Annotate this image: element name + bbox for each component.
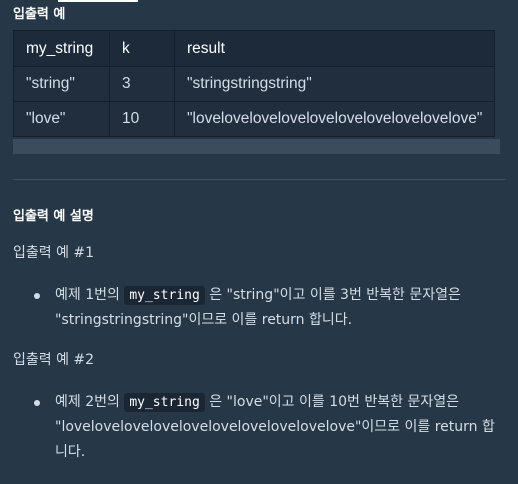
table-row: "love" 10 "lovelovelovelovelovelovelovel…	[13, 101, 496, 137]
table-cell-result: "lovelovelovelovelovelovelovelovelovelov…	[173, 101, 496, 137]
examples-table: my_string k result "string" 3 "stringstr…	[13, 30, 496, 137]
column-header-k: k	[109, 30, 175, 67]
table-horizontal-scrollbar[interactable]	[13, 139, 500, 154]
example-1-explanation: 예제 1번의 my_string 은 "string"이고 이를 3번 반복한 …	[34, 283, 505, 333]
inline-code: my_string	[124, 393, 205, 412]
table-cell-my-string: "string"	[13, 66, 110, 102]
explanation-text: 예제 1번의	[55, 287, 125, 303]
example-2-title: 입출력 예 #2	[13, 352, 95, 368]
table-cell-k: 3	[109, 66, 175, 102]
table-cell-my-string: "love"	[13, 101, 110, 137]
table-cell-result: "stringstringstring"	[173, 66, 496, 102]
inline-code: my_string	[124, 286, 205, 305]
explanation-heading: 입출력 예 설명	[13, 209, 94, 224]
explanation-text: 예제 2번의	[55, 394, 125, 410]
examples-heading: 입출력 예	[13, 7, 66, 22]
column-header-result: result	[173, 30, 496, 67]
example-1-title: 입출력 예 #1	[13, 245, 95, 261]
table-cell-k: 10	[109, 101, 175, 137]
heading-underline	[58, 0, 138, 2]
bullet-dot	[34, 293, 40, 299]
section-divider	[13, 179, 506, 180]
examples-table-container: my_string k result "string" 3 "stringstr…	[13, 30, 508, 154]
example-2-explanation: 예제 2번의 my_string 은 "love"이고 이를 10번 반복한 문…	[34, 390, 505, 465]
bullet-dot	[34, 400, 40, 406]
table-header-row: my_string k result	[13, 30, 496, 67]
table-row: "string" 3 "stringstringstring"	[13, 66, 496, 102]
column-header-my-string: my_string	[13, 30, 110, 67]
